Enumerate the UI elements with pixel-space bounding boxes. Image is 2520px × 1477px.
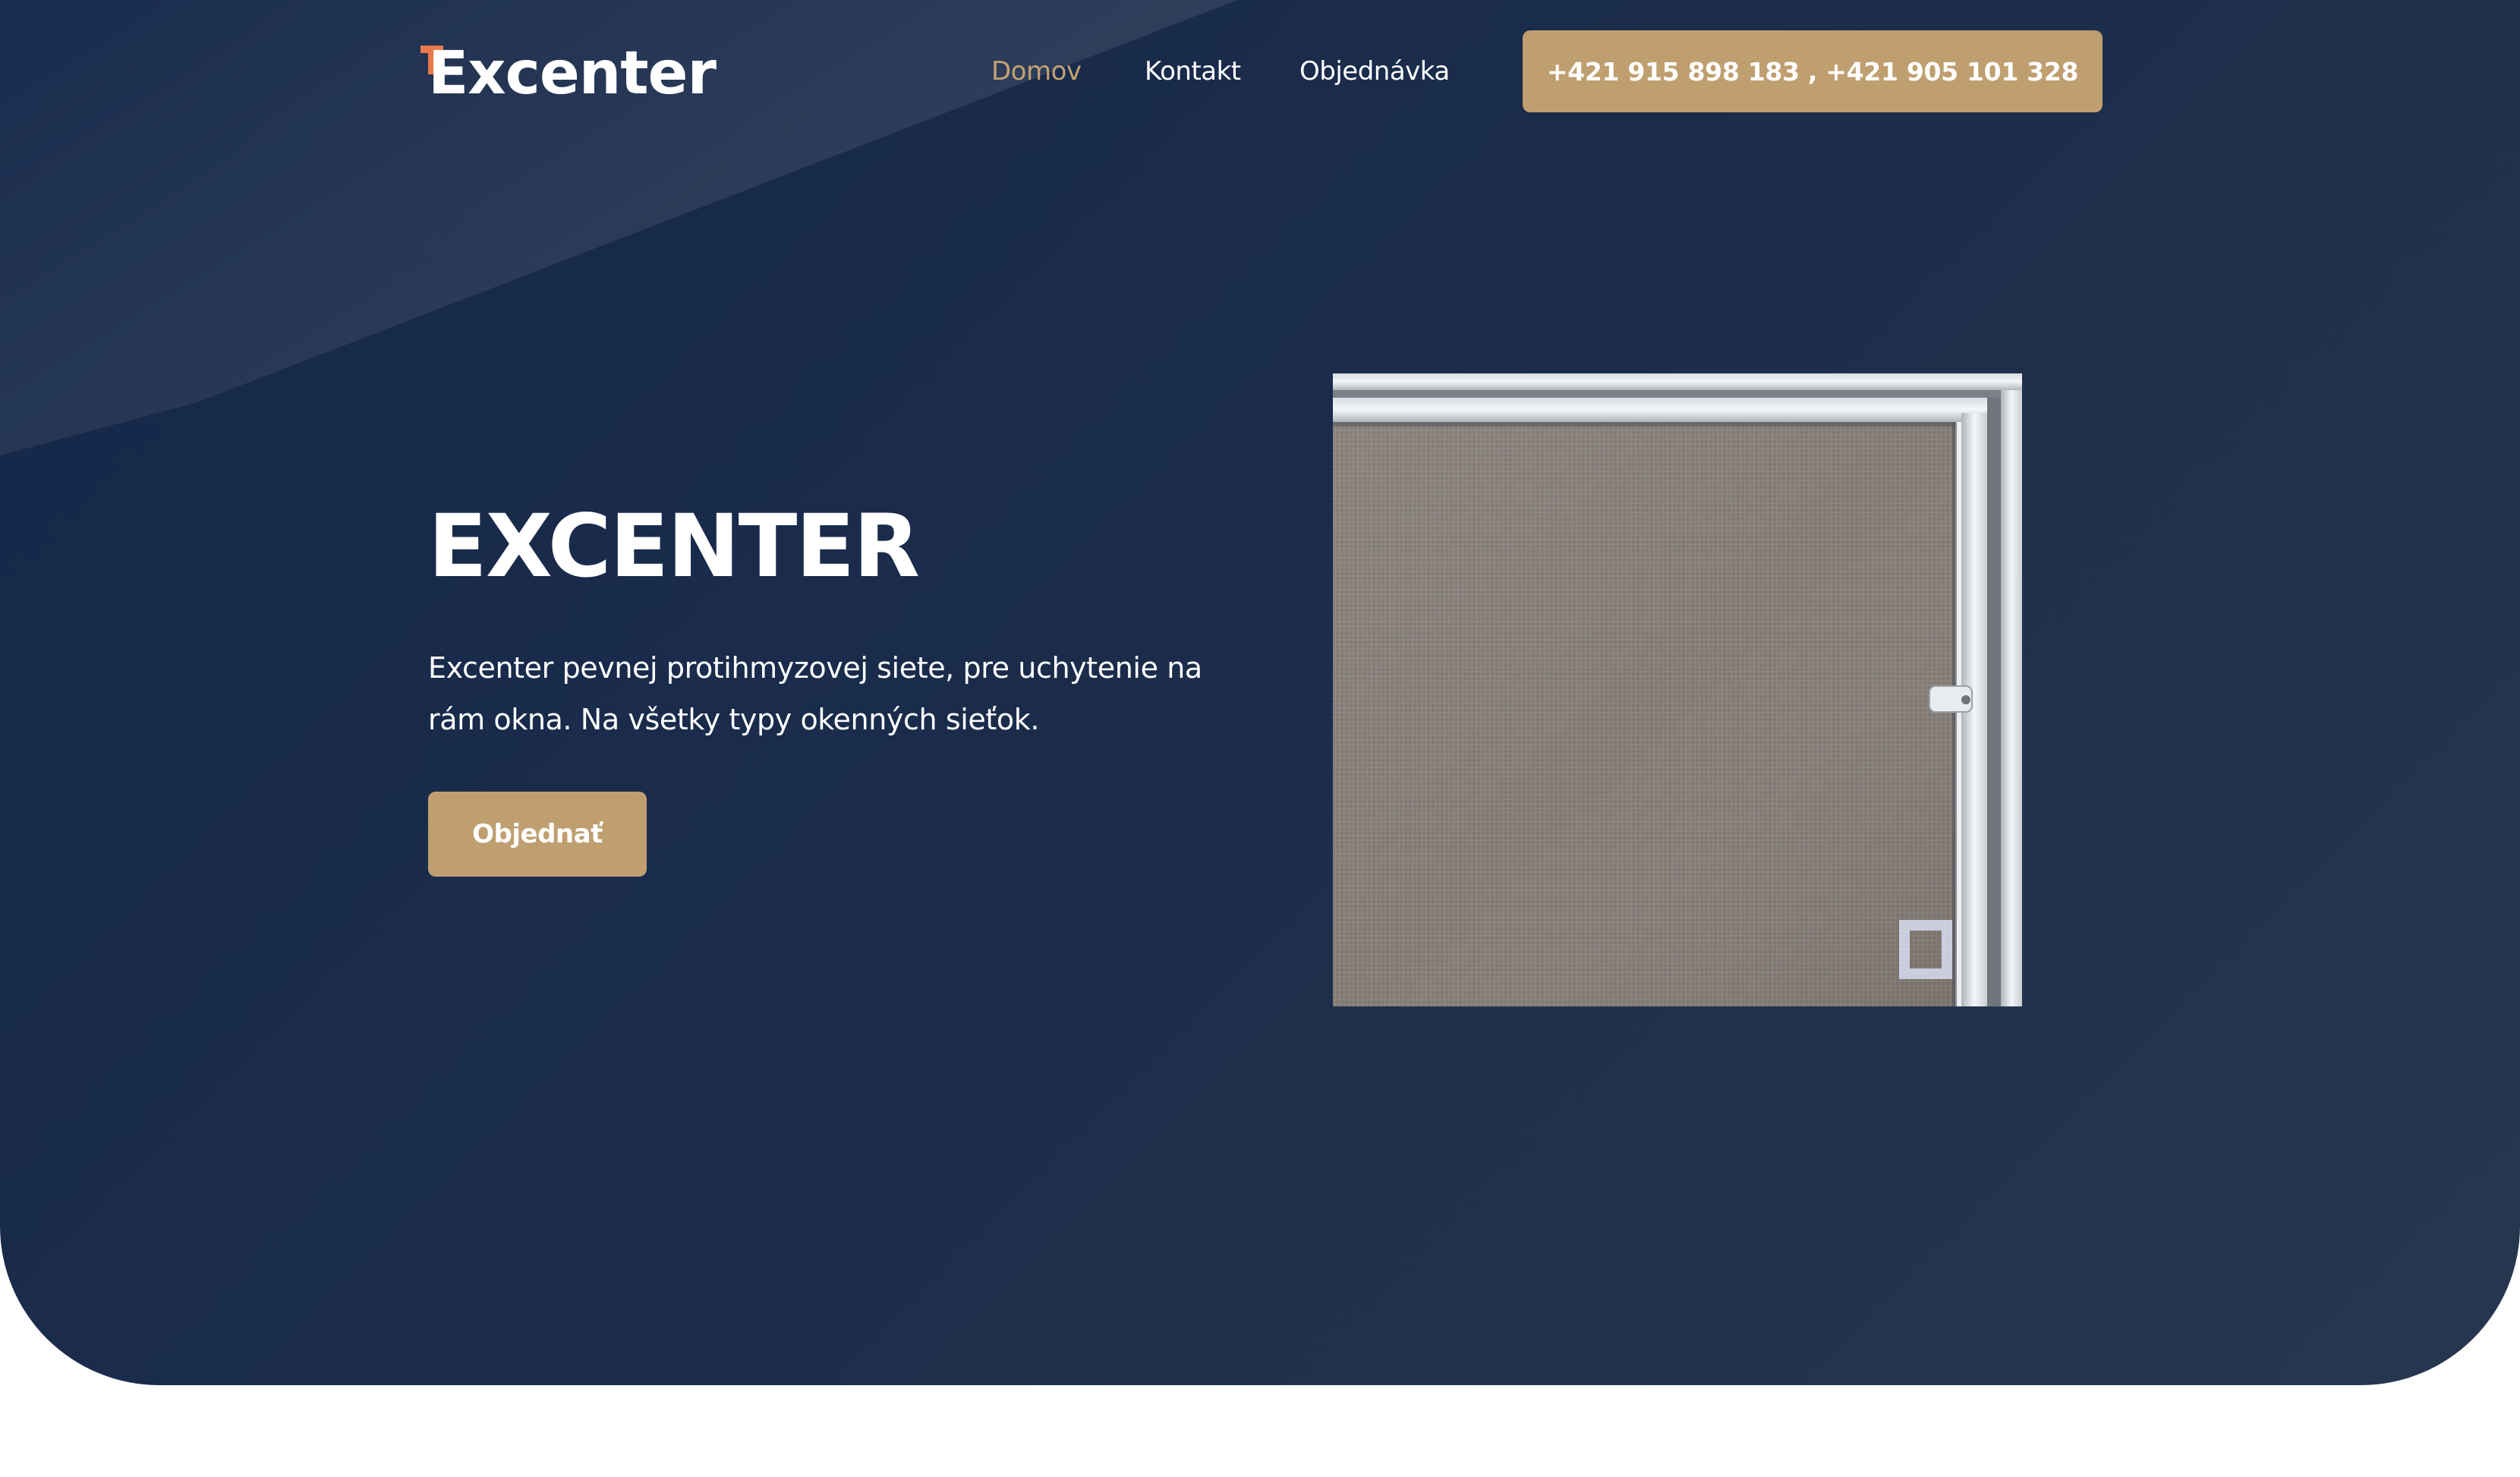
product-image bbox=[1333, 373, 2022, 1006]
hero-decorative-shine bbox=[0, 0, 1237, 455]
logo-text: Excenter bbox=[428, 39, 717, 108]
hero-description: Excenter pevnej protihmyzovej siete, pre… bbox=[428, 651, 1202, 736]
phone-button[interactable]: +421 915 898 183 , +421 905 101 328 bbox=[1523, 30, 2103, 112]
brand-logo[interactable]: Excenter bbox=[417, 39, 717, 108]
nav-item-kontakt[interactable]: Kontakt bbox=[1145, 49, 1241, 94]
hero-title: EXCENTER bbox=[428, 496, 920, 597]
hero-section: Excenter Domov Kontakt Objednávka +421 9… bbox=[0, 0, 2520, 1385]
insect-screen-frame-icon bbox=[1333, 373, 2022, 1006]
nav-item-objednavka[interactable]: Objednávka bbox=[1299, 49, 1450, 94]
nav-item-domov[interactable]: Domov bbox=[991, 49, 1082, 94]
order-button[interactable]: Objednať bbox=[428, 792, 647, 877]
